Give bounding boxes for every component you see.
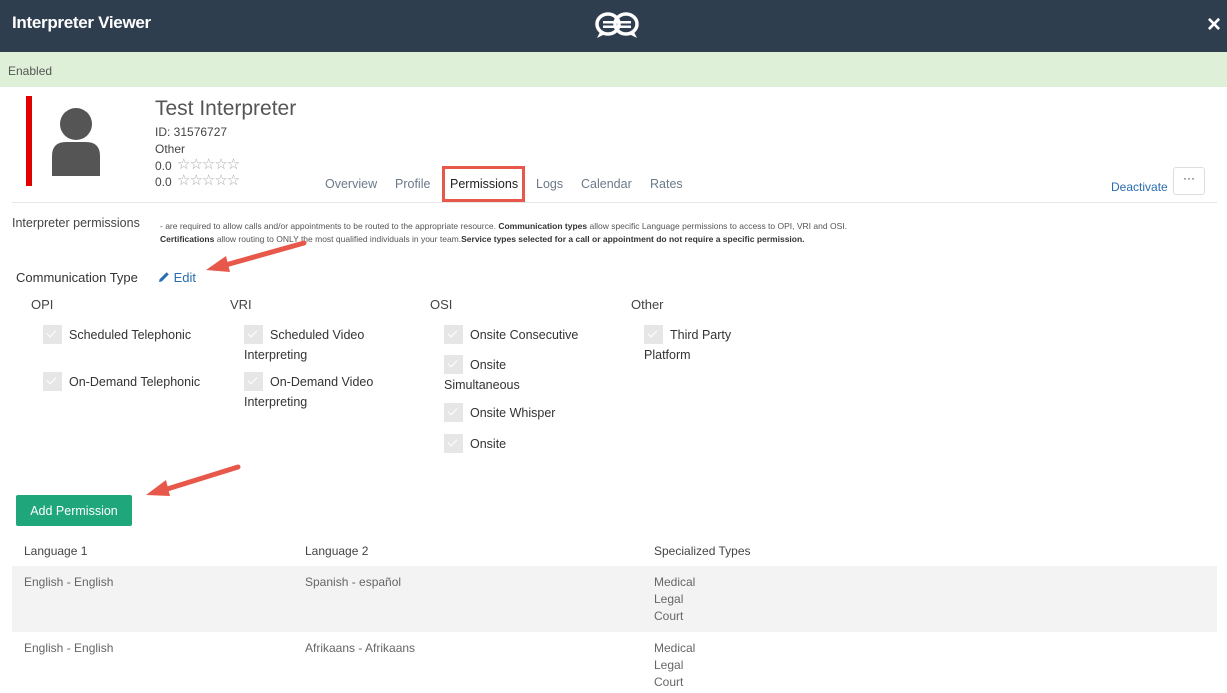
window-title: Interpreter Viewer bbox=[12, 13, 151, 32]
checkbox-onsite-consecutive[interactable]: Onsite Consecutive bbox=[444, 325, 614, 345]
checkmark-icon[interactable] bbox=[444, 434, 463, 454]
column-header-specialized-types: Specialized Types bbox=[654, 544, 751, 558]
group-header-opi: OPI bbox=[31, 297, 54, 312]
group-header-other: Other bbox=[631, 297, 664, 312]
tab-profile[interactable]: Profile bbox=[395, 177, 430, 191]
checkbox-onsite-whisper[interactable]: Onsite Whisper bbox=[444, 403, 614, 423]
annotation-highlight-box bbox=[442, 166, 525, 202]
rating-stars-2: ☆☆☆☆☆ bbox=[177, 172, 240, 189]
checkmark-icon[interactable] bbox=[43, 325, 62, 345]
row-1-specialized-types: Medical Legal Court bbox=[654, 575, 696, 623]
checkbox-on-demand-video[interactable]: On-Demand Video Interpreting bbox=[244, 372, 414, 412]
group-header-osi: OSI bbox=[430, 297, 453, 312]
checkmark-icon[interactable] bbox=[444, 355, 463, 375]
checkmark-icon[interactable] bbox=[444, 325, 463, 345]
group-header-vri: VRI bbox=[230, 297, 252, 312]
user-avatar-icon bbox=[50, 104, 102, 176]
rating-value-1: 0.0 bbox=[155, 159, 172, 173]
checkbox-onsite-simultaneous[interactable]: Onsite Simultaneous bbox=[444, 355, 554, 395]
checkbox-third-party-platform[interactable]: Third Party Platform bbox=[644, 325, 744, 365]
close-icon[interactable]: × bbox=[1207, 11, 1221, 39]
checkbox-on-demand-telephonic[interactable]: On-Demand Telephonic bbox=[43, 372, 213, 392]
table-row[interactable] bbox=[12, 566, 1217, 632]
divider bbox=[12, 202, 1217, 203]
more-options-button[interactable]: ··· bbox=[1173, 167, 1205, 195]
row-2-language-1: English - English bbox=[24, 641, 114, 655]
checkmark-icon[interactable] bbox=[444, 403, 463, 423]
checkmark-icon[interactable] bbox=[244, 372, 263, 392]
table-row[interactable] bbox=[12, 632, 1217, 693]
chat-bubbles-logo-icon bbox=[594, 10, 642, 45]
status-indicator-bar bbox=[26, 96, 32, 186]
checkbox-scheduled-telephonic[interactable]: Scheduled Telephonic bbox=[43, 325, 213, 345]
tab-logs[interactable]: Logs bbox=[536, 177, 563, 191]
status-text: Enabled bbox=[8, 64, 53, 78]
column-header-language-2: Language 2 bbox=[305, 544, 369, 558]
app-header: Interpreter Viewer × bbox=[0, 0, 1227, 52]
tab-overview[interactable]: Overview bbox=[325, 177, 377, 191]
annotation-arrow-add-permission bbox=[146, 464, 241, 496]
row-1-language-2: Spanish - español bbox=[305, 575, 402, 589]
tab-calendar[interactable]: Calendar bbox=[581, 177, 632, 191]
checkbox-onsite[interactable]: Onsite bbox=[444, 434, 614, 454]
interpreter-name: Test Interpreter bbox=[155, 97, 297, 120]
deactivate-link[interactable]: Deactivate bbox=[1111, 180, 1168, 194]
annotation-arrow-edit bbox=[206, 240, 307, 272]
row-2-specialized-types: Medical Legal Court bbox=[654, 641, 696, 689]
pencil-icon bbox=[159, 272, 169, 282]
checkmark-icon[interactable] bbox=[644, 325, 663, 345]
tab-rates[interactable]: Rates bbox=[650, 177, 683, 191]
permissions-title: Interpreter permissions bbox=[12, 216, 140, 230]
edit-communication-button[interactable]: Edit bbox=[158, 270, 196, 285]
status-bar: Enabled bbox=[0, 52, 1227, 87]
column-header-language-1: Language 1 bbox=[24, 544, 88, 558]
row-2-language-2: Afrikaans - Afrikaans bbox=[305, 641, 416, 655]
rating-value-2: 0.0 bbox=[155, 175, 172, 189]
interpreter-id: ID: 31576727 bbox=[155, 125, 228, 139]
checkbox-scheduled-video[interactable]: Scheduled Video Interpreting bbox=[244, 325, 414, 365]
add-permission-button[interactable]: Add Permission bbox=[16, 495, 132, 526]
row-1-language-1: English - English bbox=[24, 575, 114, 589]
checkmark-icon[interactable] bbox=[43, 372, 62, 392]
interpreter-category: Other bbox=[155, 142, 186, 156]
checkmark-icon[interactable] bbox=[244, 325, 263, 345]
communication-type-label: Communication Type bbox=[16, 270, 138, 285]
